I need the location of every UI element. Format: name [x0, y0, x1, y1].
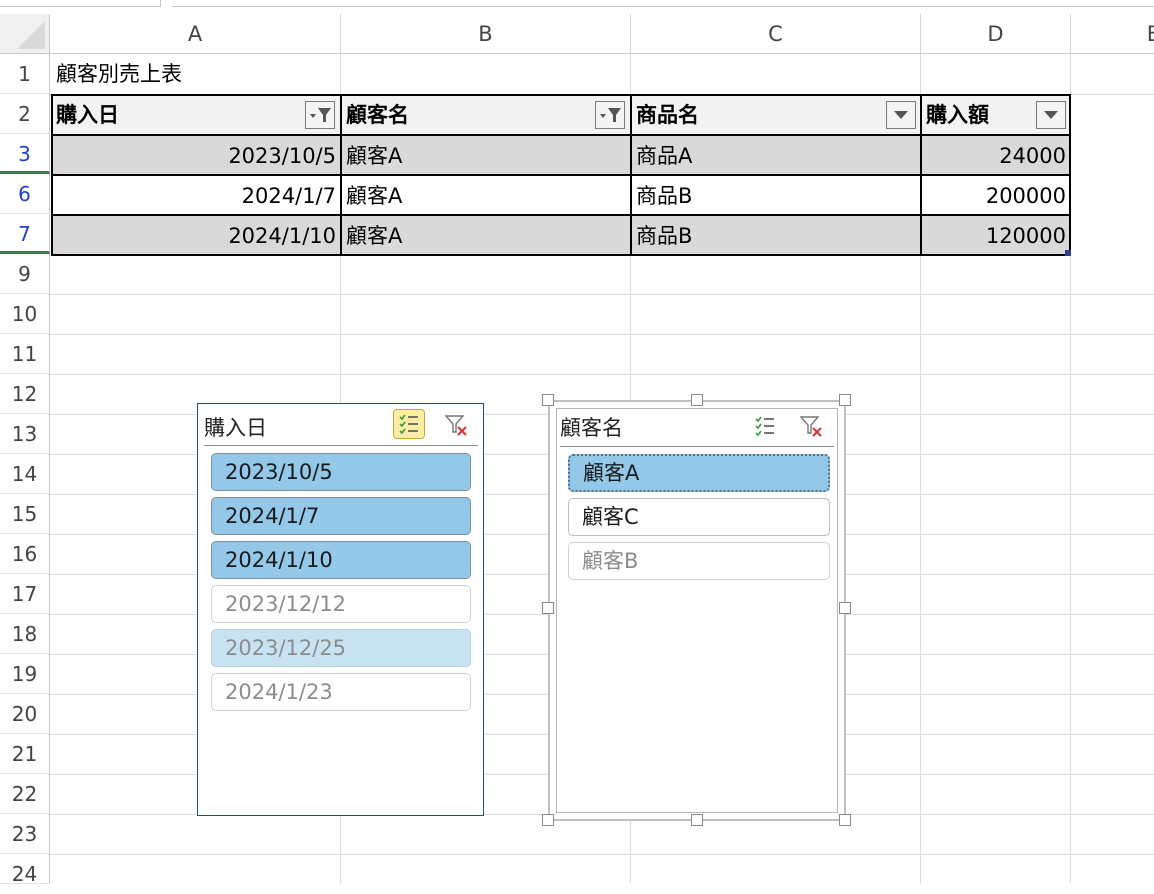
cell-b3[interactable]: 顧客A [341, 136, 631, 176]
row-header-12[interactable]: 12 [0, 374, 50, 414]
filter-button-customer[interactable] [595, 101, 625, 129]
sheet-title-cell[interactable]: 顧客別売上表 [51, 54, 341, 94]
cell-c3[interactable]: 商品A [631, 136, 921, 176]
column-header-b[interactable]: B [341, 14, 631, 54]
header-cell-product[interactable]: 商品名 [631, 95, 921, 135]
resize-handle-top[interactable] [691, 394, 703, 406]
cell-d7[interactable]: 120000 [921, 216, 1071, 256]
multi-select-button[interactable] [750, 411, 780, 441]
row-header-24[interactable]: 24 [0, 854, 50, 886]
slicer-item[interactable]: 2024/1/10 [211, 541, 471, 579]
column-header-e[interactable]: E [1071, 14, 1154, 54]
row-header-7[interactable]: 7 [0, 214, 50, 254]
header-cell-customer[interactable]: 顧客名 [341, 95, 631, 135]
dropdown-arrow-icon [894, 111, 908, 119]
row-header-16[interactable]: 16 [0, 534, 50, 574]
slicer-item[interactable]: 顧客B [568, 542, 830, 580]
filter-active-icon [310, 108, 331, 122]
slicer-item[interactable]: 2024/1/7 [211, 497, 471, 535]
resize-handle-left[interactable] [542, 602, 554, 614]
dropdown-button-product[interactable] [886, 101, 916, 129]
cell-a6[interactable]: 2024/1/7 [51, 176, 341, 216]
row-header-13[interactable]: 13 [0, 414, 50, 454]
slicer-item[interactable]: 2023/12/25 [211, 629, 471, 667]
resize-handle-top-right[interactable] [839, 394, 851, 406]
row-header-2[interactable]: 2 [0, 94, 50, 134]
row-header-3[interactable]: 3 [0, 134, 50, 174]
slicer-title: 購入日 [204, 416, 267, 440]
cell-c6[interactable]: 商品B [631, 176, 921, 216]
cell-b6[interactable]: 顧客A [341, 176, 631, 216]
column-header-c[interactable]: C [631, 14, 921, 54]
formula-bar-area [0, 0, 1154, 14]
filter-button-purchase-date[interactable] [305, 101, 335, 129]
row-header-10[interactable]: 10 [0, 294, 50, 334]
clear-filter-button[interactable] [441, 410, 471, 440]
cell-d3[interactable]: 24000 [921, 136, 1071, 176]
resize-handle-right[interactable] [839, 602, 851, 614]
clear-filter-icon [799, 416, 822, 437]
slicer-item[interactable]: 顧客A [568, 454, 830, 492]
multi-select-icon [399, 414, 418, 435]
slicer-purchase-date[interactable]: 購入日 2023/10/5 2024/1/7 2024/1/10 2023/12… [197, 403, 484, 816]
row-header-14[interactable]: 14 [0, 454, 50, 494]
row-header-18[interactable]: 18 [0, 614, 50, 654]
clear-filter-icon [444, 415, 467, 436]
clear-filter-button[interactable] [796, 411, 826, 441]
cell-a3[interactable]: 2023/10/5 [51, 136, 341, 176]
resize-handle-top-left[interactable] [542, 394, 554, 406]
row-header-1[interactable]: 1 [0, 54, 50, 94]
filter-active-icon [600, 108, 621, 122]
row-header-11[interactable]: 11 [0, 334, 50, 374]
table-resize-handle[interactable] [1065, 250, 1071, 256]
row-header-22[interactable]: 22 [0, 774, 50, 814]
cell-b7[interactable]: 顧客A [341, 216, 631, 256]
slicer-item[interactable]: 顧客C [568, 498, 830, 536]
name-box[interactable] [0, 0, 161, 7]
row-header-9[interactable]: 9 [0, 254, 50, 294]
dropdown-button-amount[interactable] [1036, 101, 1066, 129]
row-header-19[interactable]: 19 [0, 654, 50, 694]
slicer-item[interactable]: 2023/10/5 [211, 453, 471, 491]
resize-handle-bottom[interactable] [691, 814, 703, 826]
slicer-customer[interactable]: 顧客名 顧客A 顧客C 顧客B [548, 400, 846, 821]
resize-handle-bottom-right[interactable] [839, 814, 851, 826]
resize-handle-bottom-left[interactable] [542, 814, 554, 826]
cell-c7[interactable]: 商品B [631, 216, 921, 256]
cell-d6[interactable]: 200000 [921, 176, 1071, 216]
row-header-23[interactable]: 23 [0, 814, 50, 854]
slicer-divider [204, 445, 478, 446]
slicer-title: 顧客名 [560, 416, 623, 440]
slicer-divider [560, 446, 834, 447]
multi-select-button[interactable] [393, 409, 425, 439]
row-header-17[interactable]: 17 [0, 574, 50, 614]
header-cell-purchase-date[interactable]: 購入日 [51, 95, 341, 135]
column-header-d[interactable]: D [921, 14, 1071, 54]
slicer-item[interactable]: 2024/1/23 [211, 673, 471, 711]
select-all-corner[interactable] [0, 14, 50, 54]
dropdown-arrow-icon [1044, 111, 1058, 119]
row-header-20[interactable]: 20 [0, 694, 50, 734]
row-header-6[interactable]: 6 [0, 174, 50, 214]
cell-a7[interactable]: 2024/1/10 [51, 216, 341, 256]
slicer-item[interactable]: 2023/12/12 [211, 585, 471, 623]
column-header-e-label: E [1146, 22, 1154, 46]
row-header-15[interactable]: 15 [0, 494, 50, 534]
formula-input[interactable] [172, 0, 1154, 7]
multi-select-icon [755, 416, 774, 437]
row-header-21[interactable]: 21 [0, 734, 50, 774]
column-header-a[interactable]: A [50, 14, 341, 54]
